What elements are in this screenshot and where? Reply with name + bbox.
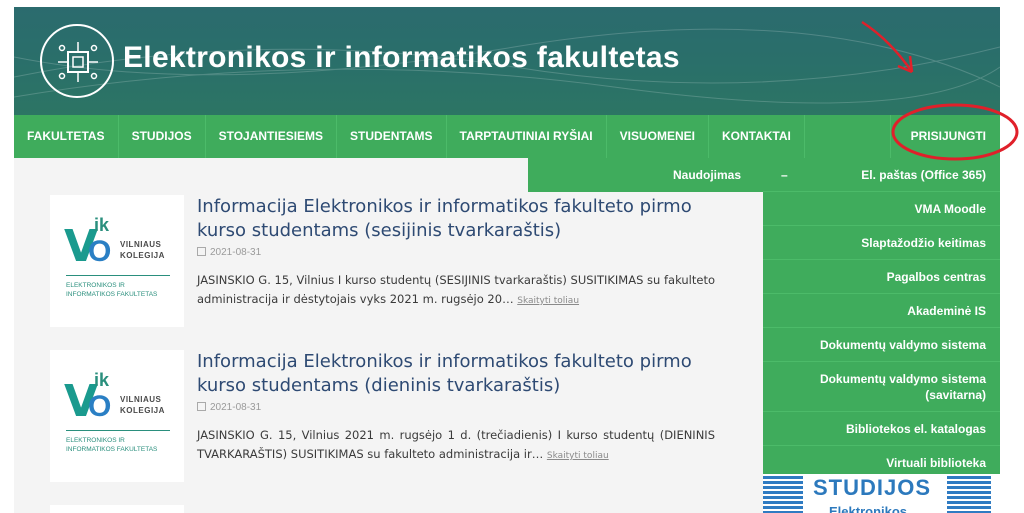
logo-name: VILNIAUS KOLEGIJA [120, 239, 165, 261]
submenu-naudojimas[interactable]: Naudojimas [528, 158, 763, 192]
post-date: 2021-08-31 [197, 402, 261, 413]
nav-item-studijos[interactable]: STUDIJOS [119, 115, 206, 158]
dropdown-item-help-center[interactable]: Pagalbos centras [763, 260, 1000, 294]
post-item: V ik O VILNIAUS KOLEGIJA ELEKTRONIKOS IR… [50, 195, 750, 335]
logo-name-line: KOLEGIJA [120, 251, 165, 260]
banner-stripes [763, 476, 803, 513]
banner-word: STUDIJOS [813, 475, 932, 500]
logo-faculty: ELEKTRONIKOS IR INFORMATIKOS FAKULTETAS [66, 436, 157, 454]
post-item: V ik O VILNIAUS KOLEGIJA ELEKTRONIKOS IR… [50, 350, 750, 490]
post-excerpt-text: JASINSKIO G. 15, Vilnius 2021 m. rugsėjo… [197, 428, 715, 461]
post-excerpt: JASINSKIO G. 15, Vilnius 2021 m. rugsėjo… [197, 426, 715, 466]
logo-name-line: VILNIAUS [120, 240, 162, 249]
nav-item-kontaktai[interactable]: KONTAKTAI [709, 115, 805, 158]
banner-subtitle: Elektronikos [829, 504, 908, 513]
logo-ik: ik [94, 215, 110, 235]
dropdown-item-password-change[interactable]: Slaptažodžio keitimas [763, 226, 1000, 260]
logo-ik: ik [94, 370, 110, 390]
logo-name: VILNIAUS KOLEGIJA [120, 394, 165, 416]
read-more-link[interactable]: Skaityti toliau [517, 296, 579, 306]
site-title[interactable]: Elektronikos ir informatikos fakultetas [123, 41, 680, 75]
site-header: Elektronikos ir informatikos fakultetas [14, 7, 1000, 115]
logo-faculty-line: INFORMATIKOS FAKULTETAS [66, 446, 158, 453]
logo-divider [66, 430, 170, 431]
post-item-partial [50, 505, 750, 513]
logo-faculty: ELEKTRONIKOS IR INFORMATIKOS FAKULTETAS [66, 281, 157, 299]
logo-faculty-line: ELEKTRONIKOS IR [66, 437, 125, 444]
logo-o: O [88, 235, 112, 268]
nav-item-fakultetas[interactable]: FAKULTETAS [14, 115, 119, 158]
dropdown-item-academic-is[interactable]: Akademinė IS [763, 294, 1000, 328]
main-nav: FAKULTETAS STUDIJOS STOJANTIESIEMS STUDE… [14, 115, 1000, 158]
dropdown-item-document-self-service[interactable]: Dokumentų valdymo sistema (savitarna) [763, 362, 1000, 412]
page: Elektronikos ir informatikos fakultetas … [14, 7, 1000, 513]
post-thumbnail[interactable]: V ik O VILNIAUS KOLEGIJA ELEKTRONIKOS IR… [50, 195, 184, 327]
post-excerpt: JASINSKIO G. 15, Vilnius I kurso student… [197, 271, 715, 311]
banner-stripes [947, 476, 991, 513]
logo-faculty-line: ELEKTRONIKOS IR [66, 282, 125, 289]
login-button[interactable]: PRISIJUNGTI [889, 115, 1000, 158]
nav-item-stojantiesiems[interactable]: STOJANTIESIEMS [206, 115, 338, 158]
nav-item-tarptautiniai-rysiai[interactable]: TARPTAUTINIAI RYŠIAI [447, 115, 607, 158]
login-dropdown: – El. paštas (Office 365) VMA Moodle Sla… [763, 158, 1000, 480]
post-thumbnail[interactable] [50, 505, 184, 513]
logo-divider [66, 275, 170, 276]
post-excerpt-text: JASINSKIO G. 15, Vilnius I kurso student… [197, 273, 715, 306]
circuit-icon [58, 42, 98, 82]
dropdown-item-email[interactable]: – El. paštas (Office 365) [763, 158, 1000, 192]
nav-item-studentams[interactable]: STUDENTAMS [337, 115, 447, 158]
logo-faculty-line: INFORMATIKOS FAKULTETAS [66, 291, 158, 298]
post-date-value: 2021-08-31 [210, 402, 262, 413]
dropdown-item-moodle[interactable]: VMA Moodle [763, 192, 1000, 226]
collapse-dash: – [781, 168, 788, 182]
calendar-icon [197, 402, 206, 411]
post-date-value: 2021-08-31 [210, 247, 262, 258]
dropdown-item-label: El. paštas (Office 365) [861, 168, 986, 182]
read-more-link[interactable]: Skaityti toliau [547, 451, 609, 461]
studijos-banner[interactable]: STUDIJOS Elektronikos [763, 474, 1000, 513]
nav-item-visuomenei[interactable]: VISUOMENEI [607, 115, 709, 158]
post-date: 2021-08-31 [197, 247, 261, 258]
logo-name-line: VILNIAUS [120, 395, 162, 404]
faculty-logo[interactable] [40, 24, 114, 98]
logo-name-line: KOLEGIJA [120, 406, 165, 415]
logo-o: O [88, 390, 112, 423]
calendar-icon [197, 247, 206, 256]
dropdown-item-library-catalog[interactable]: Bibliotekos el. katalogas [763, 412, 1000, 446]
post-title[interactable]: Informacija Elektronikos ir informatikos… [197, 350, 697, 398]
post-thumbnail[interactable]: V ik O VILNIAUS KOLEGIJA ELEKTRONIKOS IR… [50, 350, 184, 482]
post-title[interactable]: Informacija Elektronikos ir informatikos… [197, 195, 697, 243]
dropdown-item-document-system[interactable]: Dokumentų valdymo sistema [763, 328, 1000, 362]
